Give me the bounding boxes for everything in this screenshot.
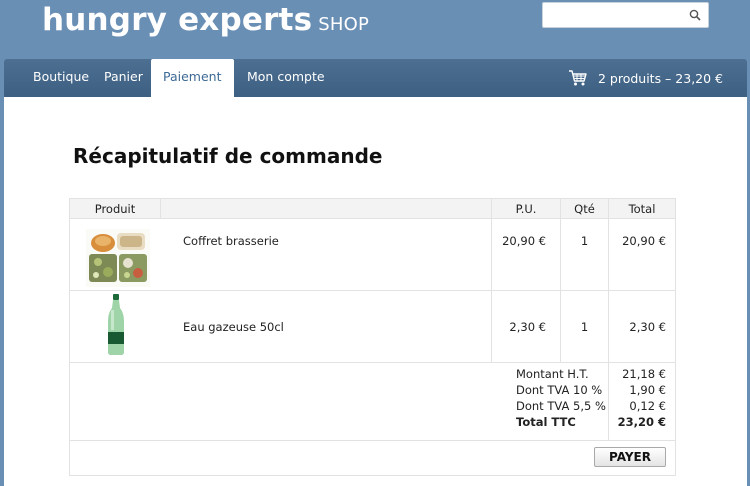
line-total: 20,90 € bbox=[622, 234, 666, 248]
unit-price: 20,90 € bbox=[502, 234, 546, 248]
nav-item-panier[interactable]: Panier bbox=[104, 59, 143, 97]
line-total: 2,30 € bbox=[629, 320, 666, 334]
product-name[interactable]: Coffret brasserie bbox=[183, 232, 279, 250]
column-header-total: Total bbox=[628, 202, 656, 216]
tva-5-5-label: Dont TVA 5,5 % bbox=[516, 399, 606, 413]
brand-name: hungry experts bbox=[42, 2, 313, 38]
meal-box-image bbox=[86, 229, 150, 287]
amount-ht-label: Montant H.T. bbox=[516, 367, 589, 381]
main-content: Récapitulatif de commande Produit P.U. Q… bbox=[4, 97, 747, 486]
shopping-cart-icon bbox=[568, 70, 587, 86]
amount-ht-value: 21,18 € bbox=[622, 367, 666, 381]
page-title: Récapitulatif de commande bbox=[73, 144, 383, 168]
search-button[interactable] bbox=[682, 3, 708, 27]
quantity: 1 bbox=[580, 320, 589, 334]
product-name[interactable]: Eau gazeuse 50cl bbox=[183, 318, 284, 336]
nav-item-mon-compte[interactable]: Mon compte bbox=[247, 59, 325, 97]
column-header-product: Produit bbox=[94, 202, 136, 216]
search-icon bbox=[689, 9, 701, 21]
nav-item-boutique[interactable]: Boutique bbox=[33, 59, 89, 97]
main-nav: Boutique Panier Paiement Mon compte 2 pr… bbox=[4, 59, 747, 98]
pay-button[interactable]: PAYER bbox=[594, 447, 666, 467]
cart-summary-text: 2 produits – 23,20 € bbox=[597, 70, 723, 86]
search-box bbox=[542, 2, 709, 28]
tva-10-label: Dont TVA 10 % bbox=[516, 383, 603, 397]
unit-price: 2,30 € bbox=[509, 320, 546, 334]
tva-10-value: 1,90 € bbox=[629, 383, 666, 397]
search-input[interactable] bbox=[547, 6, 677, 24]
total-ttc-label: Total TTC bbox=[516, 415, 576, 429]
quantity: 1 bbox=[580, 234, 589, 248]
tva-5-5-value: 0,12 € bbox=[629, 399, 666, 413]
nav-item-paiement[interactable]: Paiement bbox=[151, 59, 234, 98]
site-header: hungry experts SHOP bbox=[0, 0, 750, 58]
column-header-unit-price: P.U. bbox=[515, 202, 537, 216]
total-ttc-value: 23,20 € bbox=[617, 415, 666, 429]
site-logo[interactable]: hungry experts SHOP bbox=[42, 2, 369, 38]
cart-summary[interactable]: 2 produits – 23,20 € bbox=[568, 59, 723, 97]
order-summary-table: Produit P.U. Qté Total Coffret brasserie… bbox=[69, 198, 676, 476]
brand-suffix: SHOP bbox=[318, 14, 370, 35]
column-header-qty: Qté bbox=[574, 202, 595, 216]
water-bottle-image bbox=[108, 294, 124, 355]
